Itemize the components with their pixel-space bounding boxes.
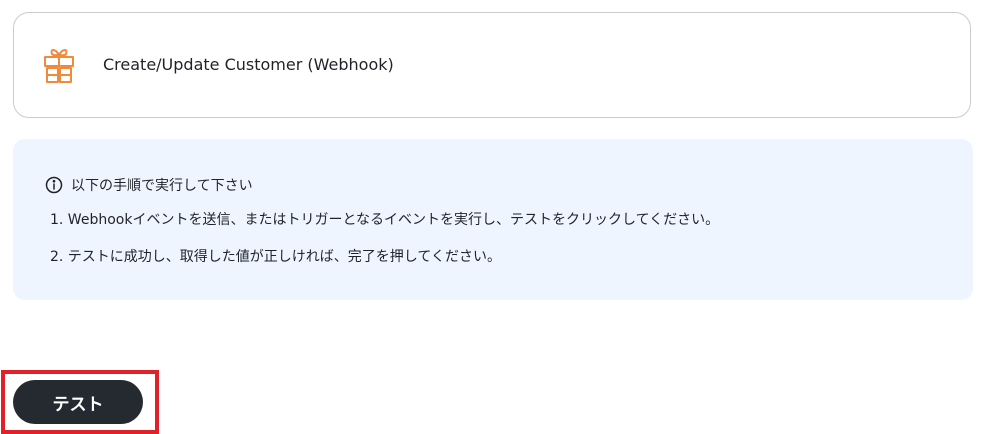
instructions-panel: 以下の手順で実行して下さい 1. Webhookイベントを送信、またはトリガーと… bbox=[13, 139, 973, 300]
info-circle-icon bbox=[45, 176, 63, 194]
gift-box-icon bbox=[42, 44, 76, 86]
trigger-card: Create/Update Customer (Webhook) bbox=[13, 12, 971, 118]
instruction-step-2: 2. テストに成功し、取得した値が正しければ、完了を押してください。 bbox=[50, 249, 501, 265]
instruction-step-1: 1. Webhookイベントを送信、またはトリガーとなるイベントを実行し、テスト… bbox=[50, 212, 720, 228]
test-button[interactable]: テスト bbox=[13, 380, 143, 424]
instructions-header: 以下の手順で実行して下さい bbox=[45, 175, 253, 195]
trigger-label: Create/Update Customer (Webhook) bbox=[103, 55, 394, 74]
instructions-title: 以下の手順で実行して下さい bbox=[71, 178, 253, 194]
